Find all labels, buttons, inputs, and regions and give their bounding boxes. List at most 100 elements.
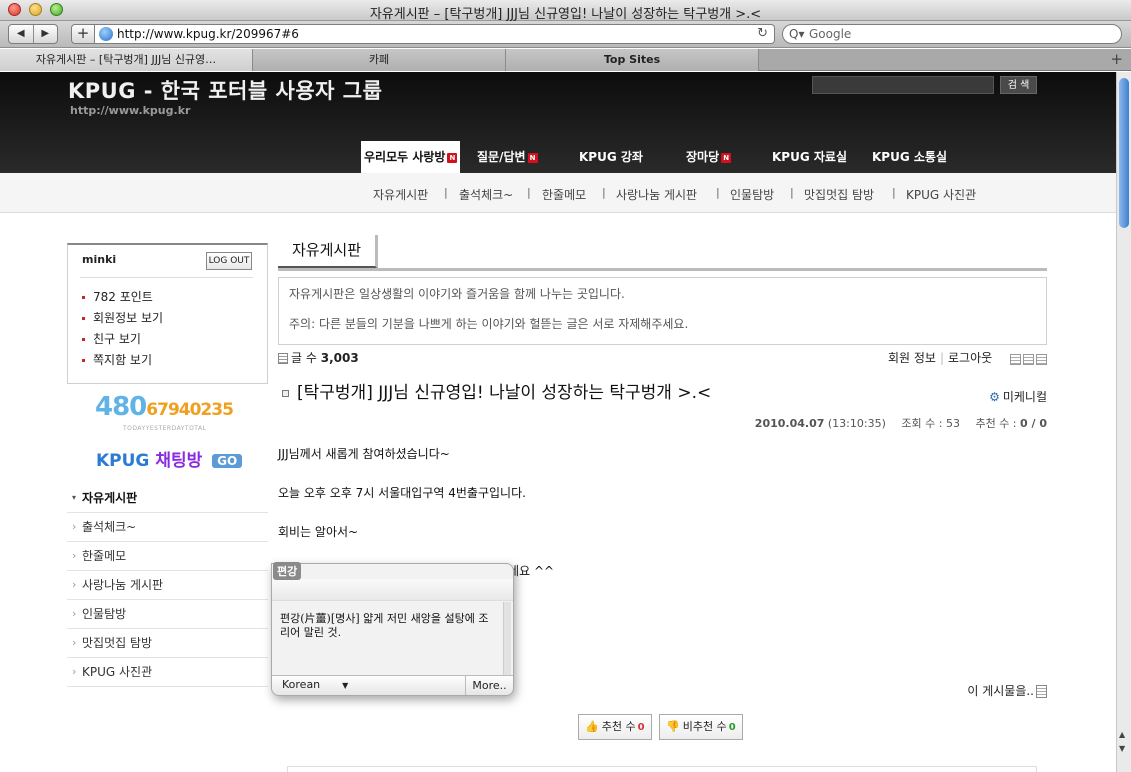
nav-item-communication[interactable]: KPUG 소통실 <box>872 141 947 173</box>
points-link[interactable]: 782 포인트 <box>82 287 163 308</box>
tab-cafe[interactable]: 카페 <box>253 49 506 71</box>
site-title[interactable]: KPUG - 한국 포터블 사용자 그룹 <box>68 75 382 105</box>
member-info-link[interactable]: 회원 정보 <box>888 351 936 365</box>
dictionary-header <box>272 579 513 601</box>
scrollbar-thumb[interactable] <box>1119 78 1129 228</box>
webzine-view-icon[interactable] <box>1023 353 1034 365</box>
subnav-item-memo[interactable]: 한줄메모 <box>542 186 586 203</box>
post-count: 3,003 <box>320 351 359 365</box>
board-description-line: 자유게시판은 일상생활의 이야기와 즐거움을 함께 나누는 곳입니다. <box>289 287 625 301</box>
dictionary-language-select[interactable]: Korean ▼ <box>282 678 348 691</box>
side-menu: 자유게시판 출석체크~ 한줄메모 사랑나눔 게시판 인물탐방 맛집멋집 탐방 K… <box>67 483 268 687</box>
scroll-down-icon[interactable]: ▼ <box>1119 744 1125 753</box>
more-posts-link[interactable]: 이 게시물을.. <box>967 682 1047 699</box>
subnav-item-attendance[interactable]: 출석체크~ <box>459 186 513 203</box>
sidemenu-item-restaurants[interactable]: 맛집멋집 탐방 <box>67 628 268 658</box>
nav-item-market[interactable]: 장마당 N <box>686 141 732 173</box>
url-text: http://www.kpug.kr/209967#6 <box>117 27 299 41</box>
dictionary-footer: Korean ▼ More.. <box>272 675 513 695</box>
new-badge: N <box>721 152 732 163</box>
dictionary-more-button[interactable]: More.. <box>465 676 513 695</box>
new-badge: N <box>447 152 458 163</box>
board-info-row: 글 수 3,003 회원 정보 | 로그아웃 <box>278 349 1047 367</box>
dictionary-word: 편강 <box>273 562 302 580</box>
chat-banner-chat: 채팅방 <box>155 451 203 471</box>
scroll-up-icon[interactable]: ▲ <box>1119 730 1125 739</box>
logout-button[interactable]: LOG OUT <box>206 252 252 270</box>
dictionary-scrollbar[interactable] <box>503 602 511 676</box>
nav-item-archive[interactable]: KPUG 자료실 <box>772 141 847 173</box>
sidemenu-item-attendance[interactable]: 출석체크~ <box>67 512 268 542</box>
author-name: 미케니컬 <box>1002 390 1047 404</box>
gallery-view-icon[interactable] <box>1036 353 1047 365</box>
new-badge: N <box>527 152 538 163</box>
view-mode-buttons <box>1008 352 1047 366</box>
board-description: 자유게시판은 일상생활의 이야기와 즐거움을 함께 나누는 곳입니다. 주의: … <box>278 277 1047 345</box>
sidemenu-item-memo[interactable]: 한줄메모 <box>67 541 268 571</box>
document-icon <box>1036 685 1047 698</box>
chat-room-banner[interactable]: KPUG 채팅방 GO <box>96 446 243 471</box>
nav-item-label: 장마당 <box>686 150 720 164</box>
subnav-separator: | <box>527 186 531 199</box>
sidemenu-item-free-board[interactable]: 자유게시판 <box>67 483 268 513</box>
list-icon <box>278 353 288 364</box>
sidemenu-item-sharing[interactable]: 사랑나눔 게시판 <box>67 570 268 600</box>
tab-top-sites[interactable]: Top Sites <box>506 49 759 71</box>
subnav-item-restaurants[interactable]: 맛집멋집 탐방 <box>804 186 874 203</box>
history-buttons: ◀ ▶ <box>8 24 58 44</box>
web-page: KPUG - 한국 포터블 사용자 그룹 http://www.kpug.kr … <box>0 72 1116 772</box>
search-icon[interactable]: Q▾ <box>789 25 804 43</box>
votes-count: 0 / 0 <box>1020 417 1047 430</box>
dictionary-definition: 편강(片薑)[명사] 얇게 저민 새앙을 설탕에 조리어 말린 것. <box>280 612 489 639</box>
add-bookmark-button[interactable]: + <box>71 24 95 44</box>
nav-item-lectures[interactable]: KPUG 강좌 <box>579 141 643 173</box>
divider <box>80 277 253 278</box>
unrecommend-button[interactable]: 👎 비추천 수0 <box>659 714 743 740</box>
post-paragraph: 회비는 알아서~ <box>278 525 359 539</box>
board-logout-link[interactable]: 로그아웃 <box>948 351 992 365</box>
nav-item-qna[interactable]: 질문/답변 N <box>477 141 538 173</box>
subnav-item-free-board[interactable]: 자유게시판 <box>373 186 428 203</box>
sidemenu-item-people[interactable]: 인물탐방 <box>67 599 268 629</box>
address-bar[interactable]: http://www.kpug.kr/209967#6 ↻ <box>95 24 775 44</box>
member-info-link[interactable]: 회원정보 보기 <box>82 308 163 329</box>
post-date: 2010.04.07 <box>754 417 825 430</box>
link-separator: | <box>939 351 944 365</box>
forward-button[interactable]: ▶ <box>32 25 58 43</box>
post-time: (13:10:35) <box>827 417 886 430</box>
visitor-counter: 48067940235 TODAYYESTERDAYTOTAL <box>95 392 234 432</box>
page-scrollbar[interactable]: ▲ ▼ <box>1116 72 1131 772</box>
chat-go-button[interactable]: GO <box>212 454 243 468</box>
views-label: 조회 수 : <box>901 417 943 430</box>
back-button[interactable]: ◀ <box>9 25 33 43</box>
subnav-item-sharing[interactable]: 사랑나눔 게시판 <box>616 186 697 203</box>
board-notice-line: 주의: 다른 분들의 기분을 나쁘게 하는 이야기와 헐뜯는 글은 서로 자제해… <box>289 317 689 331</box>
search-input[interactable]: Q▾ Google <box>782 24 1122 44</box>
dictionary-popup: 편강 편강(片薑)[명사] 얇게 저민 새앙을 설탕에 조리어 말린 것. Ko… <box>271 562 514 696</box>
nav-item-sarangbang[interactable]: 우리모두 사랑방 N <box>361 141 461 173</box>
subnav-separator: | <box>444 186 448 199</box>
site-search-button[interactable]: 검 색 <box>1000 76 1037 94</box>
sub-nav: 자유게시판 | 출석체크~ | 한줄메모 | 사랑나눔 게시판 | 인물탐방 |… <box>0 173 1116 213</box>
post-paragraph: 오늘 오후 오후 7시 서울대입구역 4번출구입니다. <box>278 486 526 500</box>
tab-current[interactable]: 자유게시판 – [탁구벙개] JJJ님 신규영… <box>0 49 253 71</box>
messages-link[interactable]: 쪽지함 보기 <box>82 350 163 371</box>
reload-icon[interactable]: ↻ <box>757 25 768 43</box>
post-author[interactable]: ⚙ 미케니컬 <box>989 388 1047 405</box>
recommend-button[interactable]: 👍 추천 수0 <box>578 714 652 740</box>
board-title-tab[interactable]: 자유게시판 <box>278 235 379 269</box>
recommend-count: 0 <box>637 722 645 733</box>
views-count: 53 <box>945 417 960 430</box>
friends-link[interactable]: 친구 보기 <box>82 329 163 350</box>
globe-icon <box>99 27 113 41</box>
site-header: KPUG - 한국 포터블 사용자 그룹 http://www.kpug.kr … <box>0 72 1116 173</box>
list-view-icon[interactable] <box>1010 353 1021 365</box>
thumbs-up-icon: 👍 <box>585 720 599 733</box>
nav-item-label: 우리모두 사랑방 <box>364 150 446 164</box>
site-search-input[interactable] <box>812 76 994 94</box>
new-tab-button[interactable]: + <box>1110 50 1123 68</box>
unrecommend-count: 0 <box>728 722 736 733</box>
subnav-item-photos[interactable]: KPUG 사진관 <box>906 186 976 203</box>
sidemenu-item-photos[interactable]: KPUG 사진관 <box>67 657 268 687</box>
subnav-item-people[interactable]: 인물탐방 <box>730 186 774 203</box>
